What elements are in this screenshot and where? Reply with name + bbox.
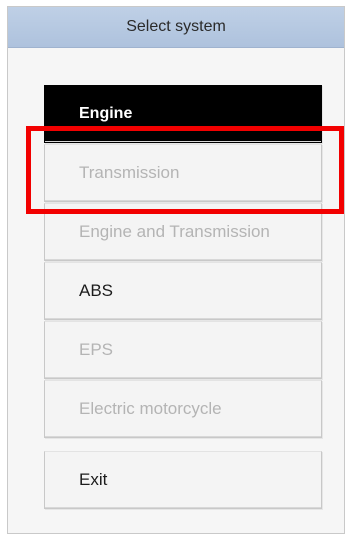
system-button-label: EPS bbox=[79, 340, 114, 359]
system-button-transmission[interactable]: Transmission bbox=[44, 144, 322, 202]
system-button-electric-motorcycle[interactable]: Electric motorcycle bbox=[44, 380, 322, 438]
system-button-label: Electric motorcycle bbox=[79, 399, 222, 418]
exit-button-label: Exit bbox=[79, 470, 108, 489]
system-button-abs[interactable]: ABS bbox=[44, 262, 322, 320]
system-button-label: ABS bbox=[79, 281, 114, 300]
system-list: Engine Transmission Engine and Transmiss… bbox=[44, 85, 322, 439]
exit-button[interactable]: Exit bbox=[44, 451, 322, 509]
system-button-label: Engine bbox=[79, 105, 133, 122]
system-button-label: Transmission bbox=[79, 163, 180, 182]
select-system-window: Select system Engine Transmission Engine… bbox=[7, 6, 345, 534]
system-button-engine-and-transmission[interactable]: Engine and Transmission bbox=[44, 203, 322, 261]
window-title: Select system bbox=[126, 18, 226, 35]
system-button-eps[interactable]: EPS bbox=[44, 321, 322, 379]
system-button-engine[interactable]: Engine bbox=[44, 85, 322, 143]
title-bar: Select system bbox=[8, 7, 344, 48]
system-button-label: Engine and Transmission bbox=[79, 222, 270, 241]
